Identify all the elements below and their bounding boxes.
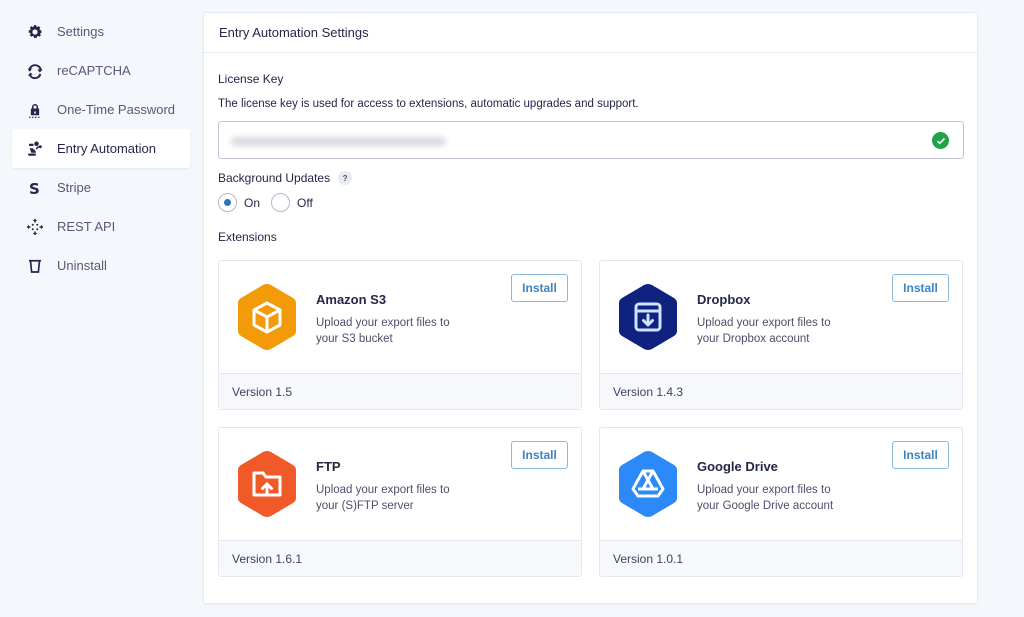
extension-name: FTP — [316, 459, 341, 474]
google-drive-icon — [619, 451, 677, 517]
panel-title: Entry Automation Settings — [204, 13, 977, 53]
extensions-label: Extensions — [218, 230, 277, 244]
trash-icon — [26, 257, 44, 275]
sidebar-item-label: Stripe — [57, 180, 91, 195]
install-button[interactable]: Install — [892, 441, 949, 469]
gear-icon — [26, 23, 44, 41]
lock-icon — [26, 101, 44, 119]
sidebar-item-uninstall[interactable]: Uninstall — [12, 246, 190, 285]
extension-version: Version 1.0.1 — [600, 540, 962, 576]
svg-text:S: S — [29, 180, 40, 197]
check-circle-icon — [932, 132, 949, 149]
radio-off[interactable]: Off — [271, 193, 313, 212]
extension-description: Upload your export files to your Dropbox… — [697, 317, 831, 345]
install-button[interactable]: Install — [511, 441, 568, 469]
sidebar-item-one-time-password[interactable]: One-Time Password — [12, 90, 190, 129]
settings-panel: Entry Automation Settings License Key Th… — [203, 12, 978, 604]
sidebar-item-label: REST API — [57, 219, 116, 234]
extension-version: Version 1.6.1 — [219, 540, 581, 576]
license-key-description: The license key is used for access to ex… — [218, 98, 639, 110]
sidebar: Settings reCAPTCHA One-Time Password Ent… — [12, 12, 190, 285]
install-button[interactable]: Install — [892, 274, 949, 302]
extension-card-google-drive: Google Drive Upload your export files to… — [599, 427, 963, 577]
extension-name: Dropbox — [697, 292, 751, 307]
extension-name: Amazon S3 — [316, 292, 387, 307]
sidebar-item-entry-automation[interactable]: Entry Automation — [12, 129, 190, 168]
sidebar-item-settings[interactable]: Settings — [12, 12, 190, 51]
background-updates-radio-group: On Off — [218, 193, 324, 212]
help-icon[interactable]: ? — [338, 171, 353, 185]
radio-off-button[interactable] — [271, 193, 291, 212]
extension-description: Upload your export files to your S3 buck… — [316, 317, 450, 345]
sidebar-item-label: Entry Automation — [57, 141, 156, 156]
license-key-label: License Key — [218, 72, 284, 86]
download-box-icon — [619, 284, 677, 350]
stripe-icon: S — [26, 179, 44, 197]
sidebar-item-label: reCAPTCHA — [57, 63, 131, 78]
obscured-license-value — [231, 137, 446, 146]
sidebar-item-label: Uninstall — [57, 258, 107, 273]
sidebar-item-label: One-Time Password — [57, 102, 175, 117]
extension-card-dropbox: Dropbox Upload your export files to your… — [599, 260, 963, 410]
extension-card-amazon-s3: Amazon S3 Upload your export files to yo… — [218, 260, 582, 410]
extension-name: Google Drive — [697, 459, 778, 474]
api-icon — [26, 218, 44, 236]
box-icon — [238, 284, 296, 350]
license-key-input[interactable] — [218, 121, 964, 159]
recaptcha-icon — [26, 62, 44, 80]
install-button[interactable]: Install — [511, 274, 568, 302]
sidebar-item-label: Settings — [57, 24, 104, 39]
radio-on-label: On — [244, 195, 261, 210]
background-updates-label: Background Updates ? — [218, 171, 353, 185]
sidebar-item-rest-api[interactable]: REST API — [12, 207, 190, 246]
extension-version: Version 1.4.3 — [600, 373, 962, 409]
sidebar-item-recaptcha[interactable]: reCAPTCHA — [12, 51, 190, 90]
folder-upload-icon — [238, 451, 296, 517]
robot-arm-icon — [26, 140, 44, 158]
background-updates-text: Background Updates — [218, 171, 331, 185]
extension-description: Upload your export files to your (S)FTP … — [316, 484, 450, 512]
sidebar-item-stripe[interactable]: S Stripe — [12, 168, 190, 207]
radio-on[interactable]: On — [218, 193, 260, 212]
extension-description: Upload your export files to your Google … — [697, 484, 834, 512]
extension-version: Version 1.5 — [219, 373, 581, 409]
extension-card-ftp: FTP Upload your export files to your (S)… — [218, 427, 582, 577]
radio-off-label: Off — [297, 195, 313, 210]
radio-on-button[interactable] — [218, 193, 237, 212]
